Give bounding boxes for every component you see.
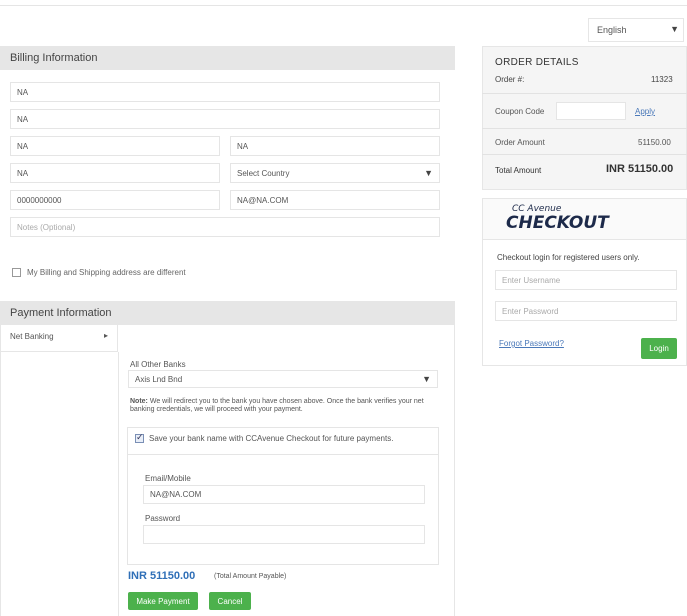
bank-group-label: All Other Banks [130, 360, 186, 369]
order-details-heading: ORDER DETAILS [495, 57, 579, 68]
total-amount-value: INR 51150.00 [606, 163, 674, 175]
state-field[interactable]: NA [230, 136, 440, 156]
amount-payable: INR 51150.00 [128, 570, 196, 582]
checkout-logo: CHECKOUT [506, 213, 609, 233]
order-amount-value: 51150.00 [638, 138, 671, 147]
divider [483, 239, 686, 240]
email-mobile-field[interactable]: NA@NA.COM [143, 485, 425, 504]
bank-redirect-note: Note: We will redirect you to the bank y… [130, 398, 430, 414]
save-bank-checkbox[interactable] [135, 432, 144, 443]
divider [482, 154, 687, 155]
email-field[interactable]: NA@NA.COM [230, 190, 440, 210]
country-select-value: Select Country [237, 169, 290, 178]
payment-method-label: Net Banking [10, 332, 54, 341]
checkout-password-input[interactable]: Enter Password [495, 301, 677, 321]
zip-field[interactable]: NA [10, 163, 220, 183]
chevron-down-icon: ▼ [422, 374, 431, 384]
checkout-username-input[interactable]: Enter Username [495, 270, 677, 290]
payment-password-field[interactable] [143, 525, 425, 544]
city-field[interactable]: NA [10, 136, 220, 156]
order-amount-label: Order Amount [495, 138, 545, 147]
top-bar [0, 0, 687, 6]
notes-field[interactable]: Notes (Optional) [10, 217, 440, 237]
note-text: We will redirect you to the bank you hav… [130, 398, 424, 413]
save-bank-label: Save your bank name with CCAvenue Checko… [149, 434, 394, 443]
login-button[interactable]: Login [641, 338, 677, 359]
email-mobile-label: Email/Mobile [145, 474, 191, 483]
order-number-value: 11323 [651, 75, 673, 84]
divider [127, 454, 439, 455]
shipping-different-checkbox[interactable] [12, 268, 21, 277]
apply-coupon-link[interactable]: Apply [635, 107, 655, 116]
order-number-label: Order #: [495, 75, 525, 84]
bank-select[interactable]: Axis Lnd Bnd ▼ [128, 370, 438, 388]
chevron-right-icon: ▸ [104, 331, 109, 340]
note-prefix: Note: [130, 398, 148, 405]
billing-heading: Billing Information [0, 46, 455, 70]
language-select[interactable]: English ▼ [588, 18, 684, 42]
payment-heading: Payment Information [0, 301, 455, 325]
divider [482, 128, 687, 129]
divider [482, 93, 687, 94]
name-field[interactable]: NA [10, 82, 440, 102]
language-select-value: English [597, 25, 627, 35]
country-select[interactable]: Select Country ▼ [230, 163, 440, 183]
total-amount-label: Total Amount [495, 166, 542, 175]
tab-divider [118, 352, 119, 616]
make-payment-button[interactable]: Make Payment [128, 592, 198, 610]
payment-method-tab-net-banking[interactable]: Net Banking ▸ [0, 325, 118, 352]
bank-select-value: Axis Lnd Bnd [135, 375, 183, 384]
coupon-code-input[interactable] [556, 102, 626, 120]
forgot-password-link[interactable]: Forgot Password? [499, 339, 564, 348]
chevron-down-icon: ▼ [670, 24, 679, 34]
phone-field[interactable]: 0000000000 [10, 190, 220, 210]
payment-password-label: Password [145, 514, 181, 523]
amount-payable-note: (Total Amount Payable) [214, 573, 287, 580]
chevron-down-icon: ▼ [424, 168, 433, 178]
checkout-login-title: Checkout login for registered users only… [497, 253, 640, 262]
address-field[interactable]: NA [10, 109, 440, 129]
shipping-different-label: My Billing and Shipping address are diff… [27, 268, 186, 277]
coupon-code-label: Coupon Code [495, 107, 545, 116]
cancel-button[interactable]: Cancel [209, 592, 251, 610]
